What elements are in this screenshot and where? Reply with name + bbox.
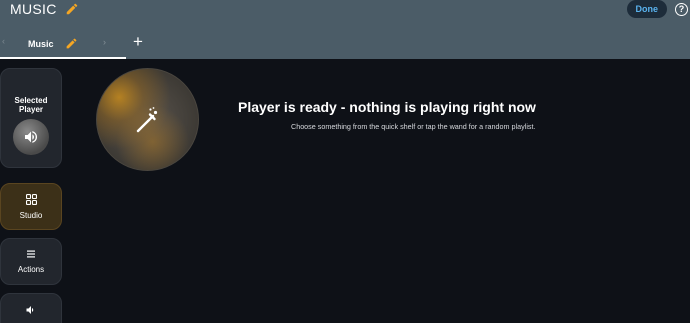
edit-tab-pencil-icon[interactable] — [65, 37, 78, 50]
list-icon — [26, 249, 36, 259]
player-status-subline: Choose something from the quick shelf or… — [291, 122, 536, 131]
done-button[interactable]: Done — [626, 0, 667, 18]
random-playlist-wand-button[interactable] — [96, 68, 199, 171]
edit-title-pencil-icon[interactable] — [65, 2, 79, 16]
magic-wand-icon — [136, 106, 157, 132]
sidebar-item-volume[interactable] — [0, 293, 62, 323]
sidebar-item-label: Studio — [19, 211, 43, 220]
speaker-icon — [25, 131, 38, 143]
selected-player-avatar — [13, 119, 49, 155]
help-icon[interactable]: ? — [675, 2, 688, 16]
header-tools: Done ? — [577, 0, 690, 18]
app-title: MUSIC — [10, 1, 57, 17]
tab-label: Music — [28, 38, 54, 49]
tab-scroll-left-icon[interactable]: ‹ — [2, 36, 5, 46]
tab-bar: Music ‹ › + — [0, 30, 690, 59]
grid-icon — [25, 194, 37, 205]
title-row: MUSIC — [10, 0, 79, 18]
tab-scroll-right-icon[interactable]: › — [103, 37, 106, 47]
top-bar: MUSIC Done ? Music ‹ › + — [0, 0, 690, 59]
volume-icon — [25, 304, 37, 316]
tab-music[interactable]: Music — [0, 30, 126, 59]
add-tab-button[interactable]: + — [133, 32, 143, 52]
selected-player-label-line2: Player — [18, 105, 44, 114]
sidebar-item-label: Actions — [17, 265, 45, 274]
player-status-headline: Player is ready - nothing is playing rig… — [238, 99, 536, 115]
undo-ghost-button[interactable] — [577, 3, 621, 15]
selected-player-card[interactable]: Selected Player — [0, 68, 62, 168]
selected-player-label-line1: Selected — [14, 96, 48, 105]
sidebar-item-actions[interactable]: Actions — [0, 238, 62, 285]
selected-player-label: Selected Player — [15, 96, 48, 114]
sidebar-item-studio[interactable]: Studio — [0, 183, 62, 230]
